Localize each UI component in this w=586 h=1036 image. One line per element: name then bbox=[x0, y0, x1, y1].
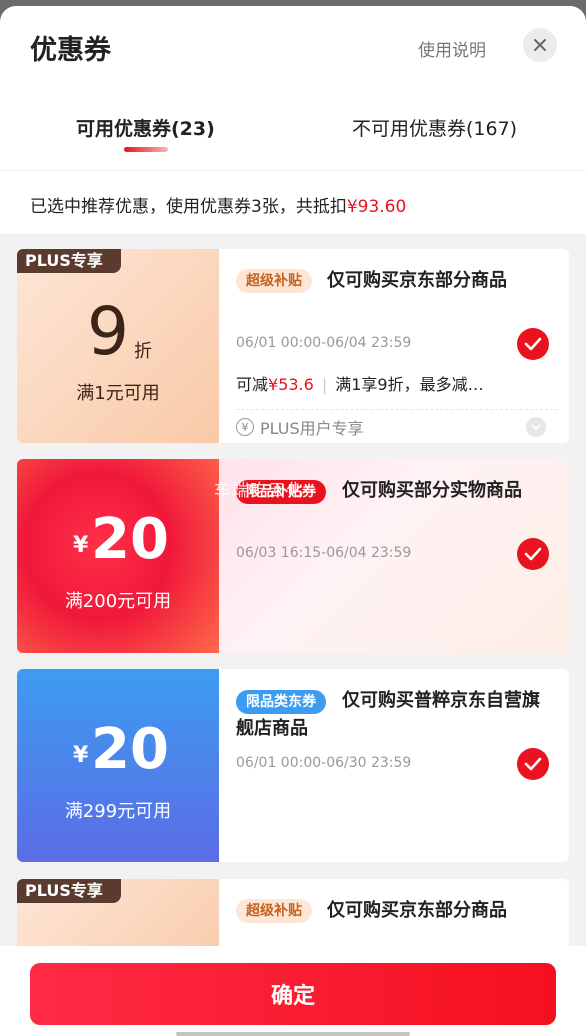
yen-icon: ¥ bbox=[236, 418, 254, 436]
tab-available[interactable]: 可用优惠券(23) bbox=[76, 114, 215, 141]
check-icon bbox=[524, 337, 542, 351]
active-tab-indicator bbox=[124, 147, 168, 152]
coupon-tag: 超级补贴 bbox=[236, 899, 312, 923]
summary-text: 已选中推荐优惠，使用优惠券3张，共抵扣 bbox=[30, 197, 347, 217]
expand-button[interactable] bbox=[526, 417, 546, 437]
plus-only-note: ¥ PLUS用户专享 bbox=[236, 415, 364, 439]
discount-unit: 折 bbox=[134, 341, 152, 362]
summary-amount: ¥93.60 bbox=[346, 197, 407, 217]
coupon-title: 仅可购买京东部分商品 bbox=[327, 900, 507, 921]
coupon-value-panel: ¥ 20 满200元可用 bbox=[17, 459, 219, 653]
coupon-date: 06/01 00:00-06/04 23:59 bbox=[236, 335, 412, 351]
close-button[interactable] bbox=[523, 28, 557, 62]
coupon-sheet: 优惠券 使用说明 可用优惠券(23) 不可用优惠券(167) 已选中推荐优惠，使… bbox=[0, 6, 586, 1036]
coupon-date: 06/01 00:00-06/30 23:59 bbox=[236, 755, 412, 771]
coupon-card[interactable]: PLUS专享 9 折 满1元可用 超级补贴 仅可购买京东部分商品 06/01 0… bbox=[17, 249, 569, 443]
check-icon bbox=[524, 547, 542, 561]
coupon-value-panel: PLUS专享 9 折 满1元可用 bbox=[17, 249, 219, 443]
plus-badge: PLUS专享 bbox=[17, 879, 121, 903]
coupon-selected-check[interactable] bbox=[517, 538, 549, 570]
deduct-amount: ¥53.6 bbox=[268, 375, 314, 394]
sheet-header: 优惠券 使用说明 可用优惠券(23) 不可用优惠券(167) bbox=[0, 6, 586, 170]
sheet-title: 优惠券 bbox=[30, 35, 111, 66]
currency-symbol: ¥ bbox=[73, 533, 89, 558]
coupon-amount: 20 bbox=[91, 507, 169, 572]
coupon-condition: 满299元可用 bbox=[64, 801, 172, 822]
coupon-value-panel: ¥ 20 满299元可用 bbox=[17, 669, 219, 862]
usage-help-link[interactable]: 使用说明 bbox=[418, 36, 486, 61]
watermark-text: 车端吃云化 bbox=[214, 481, 304, 501]
plus-badge: PLUS专享 bbox=[17, 249, 121, 273]
coupon-date: 06/03 16:15-06/04 23:59 bbox=[236, 545, 412, 561]
coupon-deduct: 可减¥53.6 | 满1享9折，最多减… bbox=[236, 375, 484, 394]
divider bbox=[236, 409, 558, 410]
discount-value: 9 bbox=[87, 293, 129, 370]
coupon-selected-check[interactable] bbox=[517, 748, 549, 780]
tab-unavailable[interactable]: 不可用优惠券(167) bbox=[352, 114, 517, 141]
coupon-condition: 满1元可用 bbox=[76, 383, 160, 404]
coupon-amount: 20 bbox=[91, 717, 169, 782]
coupon-tag: 超级补贴 bbox=[236, 269, 312, 293]
coupon-title: 仅可购买京东部分商品 bbox=[327, 270, 507, 291]
close-icon bbox=[534, 39, 546, 51]
home-indicator bbox=[176, 1032, 410, 1036]
confirm-button[interactable]: 确定 bbox=[30, 963, 556, 1025]
check-icon bbox=[524, 757, 542, 771]
coupon-selected-check[interactable] bbox=[517, 328, 549, 360]
coupon-card[interactable]: ¥ 20 满299元可用 限品类东券 仅可购买普粹京东自营旗舰店商品 06/01… bbox=[17, 669, 569, 862]
selection-summary: 已选中推荐优惠，使用优惠券3张，共抵扣¥93.60 bbox=[0, 170, 586, 234]
currency-symbol: ¥ bbox=[73, 743, 89, 768]
chevron-down-icon bbox=[531, 423, 541, 430]
coupon-condition: 满200元可用 bbox=[64, 591, 172, 612]
sheet-footer: 确定 bbox=[0, 946, 586, 1036]
coupon-title: 仅可购买普粹京东自营旗舰店商品 bbox=[236, 690, 540, 739]
